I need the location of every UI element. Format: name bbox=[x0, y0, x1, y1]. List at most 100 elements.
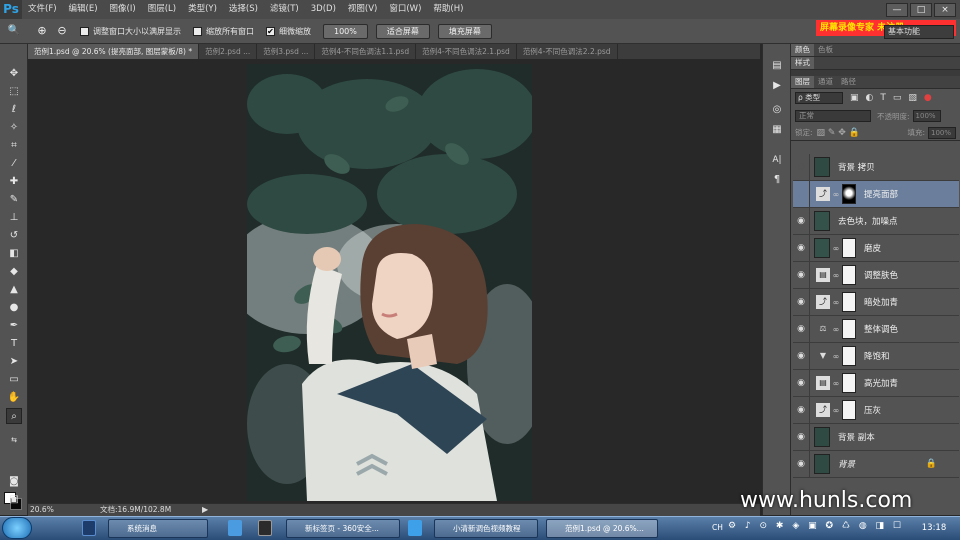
lightroom-quicklaunch-icon[interactable] bbox=[258, 520, 272, 536]
tab-paths[interactable]: 路径 bbox=[837, 76, 860, 88]
magic-wand-icon[interactable]: ✧ bbox=[6, 120, 22, 136]
menu-filter[interactable]: 滤镜(T) bbox=[264, 0, 305, 19]
maximize-button[interactable]: □ bbox=[910, 2, 932, 17]
visibility-eye-icon[interactable]: ◉ bbox=[793, 342, 810, 370]
close-button[interactable]: × bbox=[934, 2, 956, 17]
task-system-messages[interactable]: 系统消息 bbox=[108, 519, 208, 538]
layer-row-brighten-face[interactable]: ◉ ⤴ ∞ 提亮面部 bbox=[793, 180, 959, 208]
scrubby-zoom-checkbox[interactable]: ✔ 细微缩放 bbox=[266, 26, 311, 37]
visibility-eye-icon[interactable]: ◉ bbox=[793, 153, 810, 181]
qq-quicklaunch-icon[interactable] bbox=[228, 520, 242, 536]
checkbox-box[interactable] bbox=[193, 26, 202, 36]
dodge-tool-icon[interactable]: ● bbox=[6, 300, 22, 316]
checkbox-checked[interactable]: ✔ bbox=[266, 26, 275, 36]
taskbar-clock[interactable]: 13:18 bbox=[912, 519, 956, 538]
task-photoshop-window[interactable]: 范例1.psd @ 20.6%... bbox=[546, 519, 658, 538]
tab-swatches[interactable]: 色板 bbox=[814, 44, 837, 56]
tab-channels[interactable]: 通道 bbox=[814, 76, 837, 88]
clone-stamp-icon[interactable]: ⊥ bbox=[6, 210, 22, 226]
layer-mask-thumbnail[interactable] bbox=[842, 292, 856, 312]
workspace-select[interactable]: 基本功能 bbox=[884, 25, 954, 39]
type-tool-icon[interactable]: T bbox=[6, 336, 22, 352]
path-select-icon[interactable]: ➤ bbox=[6, 354, 22, 370]
checkbox-box[interactable] bbox=[80, 26, 89, 36]
task-tutorial-folder[interactable]: 小清新调色视频教程 bbox=[434, 519, 538, 538]
swap-colors-icon[interactable]: ⇆ bbox=[6, 432, 22, 448]
layer-row-skin-smoothing[interactable]: ◉ ∞ 磨皮 bbox=[793, 234, 959, 262]
marquee-tool-icon[interactable]: ⬚ bbox=[6, 84, 22, 100]
eyedropper-icon[interactable]: ⁄ bbox=[6, 156, 22, 172]
tab-document-5[interactable]: 范例4-不同色调法2.1.psd bbox=[416, 44, 517, 59]
menu-window[interactable]: 窗口(W) bbox=[383, 0, 427, 19]
menu-file[interactable]: 文件(F) bbox=[22, 0, 63, 19]
brush-tool-icon[interactable]: ✎ bbox=[6, 192, 22, 208]
layer-mask-thumbnail[interactable] bbox=[842, 238, 856, 258]
visibility-eye-icon[interactable]: ◉ bbox=[793, 450, 810, 478]
ie-quicklaunch-icon[interactable] bbox=[408, 520, 422, 536]
layer-row-highlight-cyan[interactable]: ◉ ▤ ∞ 高光加青 bbox=[793, 369, 959, 397]
layer-mask-thumbnail[interactable] bbox=[842, 184, 856, 204]
photoshop-quicklaunch-icon[interactable] bbox=[82, 520, 96, 536]
layer-mask-thumbnail[interactable] bbox=[842, 319, 856, 339]
visibility-eye-icon[interactable]: ◉ bbox=[793, 396, 810, 424]
tool-presets-icon[interactable]: ◎ bbox=[769, 102, 785, 118]
menu-select[interactable]: 选择(S) bbox=[223, 0, 264, 19]
layer-row-press-gray[interactable]: ◉ ⤴ ∞ 压灰 bbox=[793, 396, 959, 424]
tab-layers[interactable]: 图层 bbox=[791, 76, 814, 88]
resize-windows-checkbox[interactable]: 调整窗口大小以满屏显示 bbox=[80, 26, 181, 37]
layer-filter-select[interactable]: ρ 类型 bbox=[795, 92, 843, 104]
move-tool-icon[interactable]: ✥ bbox=[6, 66, 22, 82]
brush-panel-icon[interactable]: ▦ bbox=[769, 122, 785, 138]
tab-styles[interactable]: 样式 bbox=[791, 57, 814, 69]
tray-icons[interactable]: ⚙ ♪ ⊙ ✱ ◈ ▣ ✪ ♺ ◍ ◨ ☐ bbox=[728, 521, 908, 536]
menu-edit[interactable]: 编辑(E) bbox=[63, 0, 104, 19]
fill-input[interactable]: 100% bbox=[928, 126, 956, 139]
opacity-input[interactable]: 100% bbox=[912, 110, 941, 122]
tab-document-1[interactable]: 范例1.psd @ 20.6% (提亮面部, 图层蒙板/8) * bbox=[28, 44, 200, 59]
zoom-in-icon[interactable]: ⊕ bbox=[34, 23, 50, 39]
lock-pixels-icon[interactable]: ▨ ✎ ✥ 🔒 bbox=[817, 128, 860, 138]
zoom-level[interactable]: 20.6% bbox=[30, 504, 54, 516]
zoom-tool-icon[interactable]: 🔍 bbox=[6, 23, 22, 39]
layer-row-shadow-cyan[interactable]: ◉ ⤴ ∞ 暗处加青 bbox=[793, 288, 959, 316]
filter-type-icon[interactable]: T bbox=[880, 93, 886, 103]
screen-mode-icon[interactable]: ▣ bbox=[6, 492, 22, 508]
eraser-icon[interactable]: ◧ bbox=[6, 246, 22, 262]
menu-view[interactable]: 视图(V) bbox=[342, 0, 383, 19]
filter-toggle-icon[interactable]: ● bbox=[924, 93, 932, 103]
language-indicator[interactable]: CH bbox=[712, 523, 723, 532]
visibility-eye-icon[interactable]: ◉ bbox=[793, 288, 810, 316]
fit-screen-button[interactable]: 适合屏幕 bbox=[375, 23, 430, 39]
filter-pixel-icon[interactable]: ▣ bbox=[850, 93, 859, 103]
visibility-eye-icon[interactable]: ◉ bbox=[793, 180, 810, 208]
layer-row-overall-tone[interactable]: ◉ ⚖ ∞ 整体调色 bbox=[793, 315, 959, 343]
minimize-button[interactable]: — bbox=[886, 2, 908, 17]
start-button[interactable] bbox=[2, 517, 32, 539]
layer-row-adjust-skin[interactable]: ◉ ▤ ∞ 调整肤色 bbox=[793, 261, 959, 289]
character-panel-icon[interactable]: A| bbox=[769, 152, 785, 168]
tab-color[interactable]: 颜色 bbox=[791, 44, 814, 56]
menu-image[interactable]: 图像(I) bbox=[104, 0, 142, 19]
document-photo[interactable] bbox=[247, 64, 532, 501]
zoom-tool-icon[interactable]: ⌕ bbox=[6, 408, 22, 424]
menu-type[interactable]: 类型(Y) bbox=[182, 0, 223, 19]
layer-row-background[interactable]: ◉ 背景 🔒 bbox=[793, 450, 959, 478]
layer-mask-thumbnail[interactable] bbox=[842, 265, 856, 285]
history-brush-icon[interactable]: ↺ bbox=[6, 228, 22, 244]
zoom-out-icon[interactable]: ⊖ bbox=[54, 23, 70, 39]
visibility-eye-icon[interactable]: ◉ bbox=[793, 369, 810, 397]
layer-row-desaturate[interactable]: ◉ ▼ ∞ 降饱和 bbox=[793, 342, 959, 370]
quick-mask-icon[interactable]: ◙ bbox=[6, 474, 22, 490]
tab-document-3[interactable]: 范例3.psd ... bbox=[257, 44, 316, 59]
layer-mask-thumbnail[interactable] bbox=[842, 346, 856, 366]
menu-3d[interactable]: 3D(D) bbox=[305, 0, 342, 19]
tab-document-4[interactable]: 范例4-不同色调法1.1.psd bbox=[315, 44, 417, 59]
menu-layer[interactable]: 图层(L) bbox=[142, 0, 182, 19]
shape-tool-icon[interactable]: ▭ bbox=[6, 372, 22, 388]
task-360-browser[interactable]: 新标签页 - 360安全... bbox=[286, 519, 400, 538]
filter-smart-icon[interactable]: ▧ bbox=[908, 93, 917, 103]
tab-document-2[interactable]: 范例2.psd ... bbox=[199, 44, 258, 59]
blur-tool-icon[interactable]: ▲ bbox=[6, 282, 22, 298]
paint-bucket-icon[interactable]: ◆ bbox=[6, 264, 22, 280]
visibility-eye-icon[interactable]: ◉ bbox=[793, 261, 810, 289]
